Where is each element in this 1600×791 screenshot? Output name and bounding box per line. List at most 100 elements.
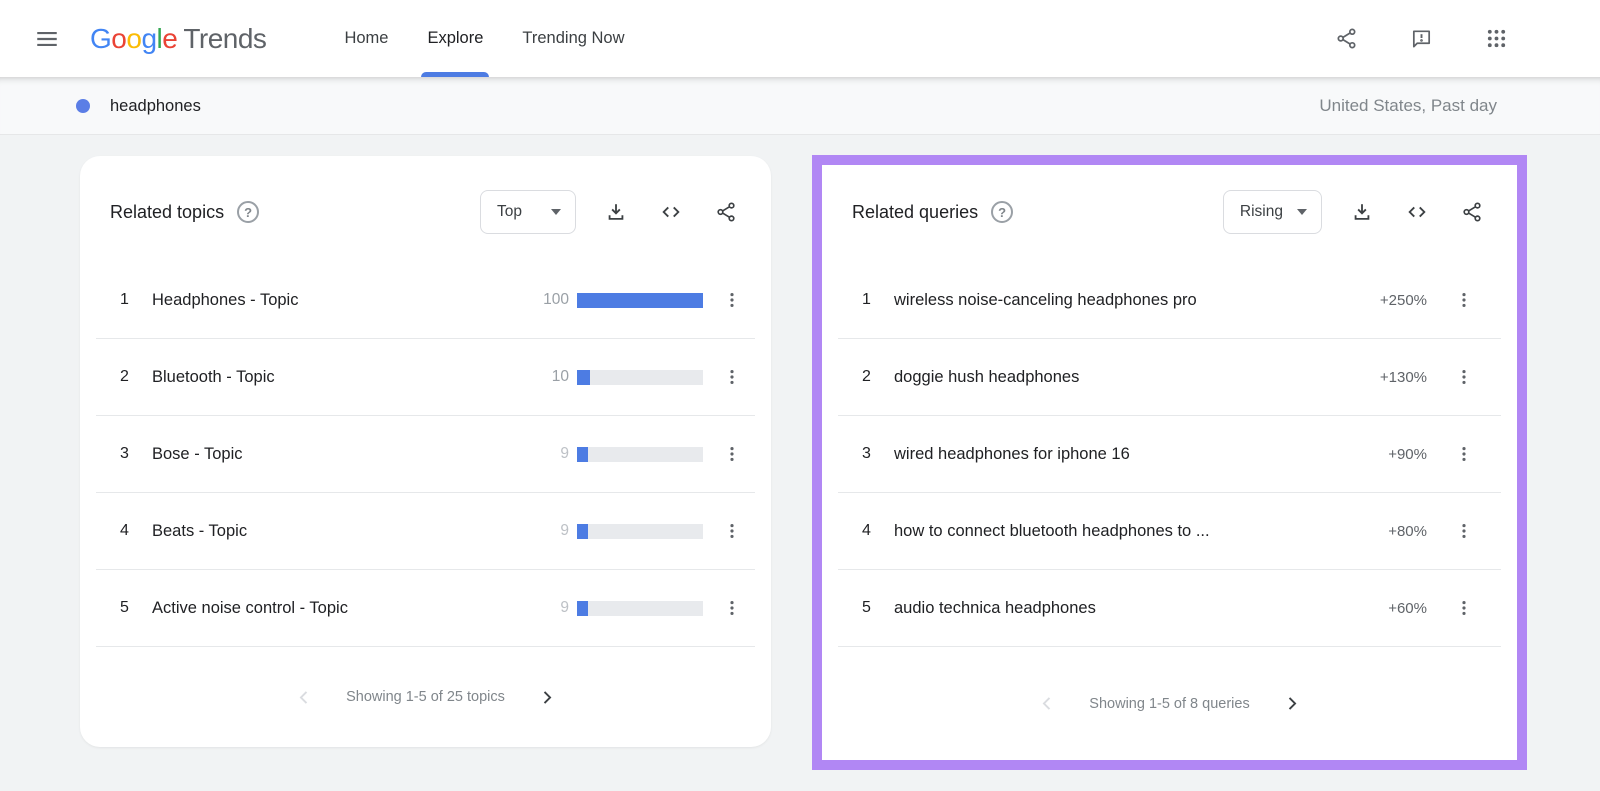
queries-share-button[interactable]: [1457, 197, 1487, 227]
search-term-chip[interactable]: headphones: [76, 97, 201, 116]
topic-rank: 5: [120, 599, 129, 616]
pagination-text: Showing 1-5 of 8 queries: [1089, 695, 1250, 712]
topics-pagination: Showing 1-5 of 25 topics: [80, 647, 771, 747]
query-row[interactable]: 5 audio technica headphones +60%: [838, 570, 1501, 647]
row-menu-button[interactable]: [715, 357, 749, 397]
more-vert-icon: [722, 597, 742, 619]
more-vert-icon: [1454, 289, 1474, 311]
row-menu-button[interactable]: [715, 280, 749, 320]
topics-download-button[interactable]: [601, 197, 631, 227]
topic-bar: [577, 446, 703, 462]
feedback-button[interactable]: [1406, 23, 1437, 54]
related-queries-card: Related queries ? Rising 1 wireless nois…: [822, 165, 1517, 760]
nav-trending-now[interactable]: Trending Now: [522, 0, 624, 77]
topic-label: Bose - Topic: [152, 444, 243, 463]
chevron-left-icon: [295, 688, 314, 707]
help-icon[interactable]: ?: [991, 201, 1014, 223]
trends-wordmark: Trends: [183, 22, 267, 54]
topic-row[interactable]: 5 Active noise control - Topic 9: [96, 570, 755, 647]
header-share-button[interactable]: [1331, 23, 1362, 54]
google-apps-button[interactable]: [1481, 23, 1512, 54]
row-menu-button[interactable]: [715, 511, 749, 551]
more-vert-icon: [722, 289, 742, 311]
row-menu-button[interactable]: [715, 434, 749, 474]
topic-value: 10: [551, 368, 569, 385]
query-row[interactable]: 2 doggie hush headphones +130%: [838, 339, 1501, 416]
topic-value: 100: [543, 291, 569, 308]
topic-bar: [577, 600, 703, 616]
topic-bar: [577, 369, 703, 385]
query-rank: 4: [862, 522, 871, 539]
topic-row[interactable]: 3 Bose - Topic 9: [96, 416, 755, 493]
row-menu-button[interactable]: [1447, 588, 1481, 628]
menu-button[interactable]: [30, 22, 64, 56]
topics-share-button[interactable]: [711, 197, 741, 227]
row-menu-button[interactable]: [715, 588, 749, 628]
primary-nav: Home Explore Trending Now: [344, 0, 625, 77]
apps-grid-icon: [1485, 27, 1508, 50]
share-icon: [715, 201, 737, 223]
chevron-right-icon: [1282, 694, 1301, 713]
nav-home[interactable]: Home: [344, 0, 388, 77]
topic-value: 9: [560, 522, 569, 539]
query-label: how to connect bluetooth headphones to .…: [894, 521, 1210, 540]
queries-download-button[interactable]: [1347, 197, 1377, 227]
query-change: +90%: [1388, 445, 1427, 463]
explore-results: Related topics ? Top 1 Headphones - Topi…: [0, 135, 1600, 770]
topic-label: Bluetooth - Topic: [152, 367, 275, 386]
row-menu-button[interactable]: [1447, 511, 1481, 551]
query-label: audio technica headphones: [894, 598, 1096, 617]
query-label: doggie hush headphones: [894, 367, 1080, 386]
top-app-bar: Google Trends Home Explore Trending Now: [0, 0, 1600, 77]
related-topics-title: Related topics: [110, 201, 225, 222]
share-icon: [1335, 27, 1358, 50]
prev-page-button[interactable]: [1034, 690, 1061, 717]
prev-page-button[interactable]: [291, 684, 318, 711]
purple-highlight-box: Related queries ? Rising 1 wireless nois…: [812, 155, 1527, 770]
term-color-dot: [76, 99, 90, 113]
query-rank: 3: [862, 445, 871, 462]
row-menu-button[interactable]: [1447, 434, 1481, 474]
topic-bar: [577, 292, 703, 308]
more-vert-icon: [1454, 443, 1474, 465]
search-term-bar: headphones United States, Past day: [0, 77, 1600, 135]
google-trends-logo[interactable]: Google Trends: [90, 22, 267, 55]
next-page-button[interactable]: [1278, 690, 1305, 717]
query-row[interactable]: 4 how to connect bluetooth headphones to…: [838, 493, 1501, 570]
chevron-down-icon: [551, 209, 561, 215]
query-row[interactable]: 1 wireless noise-canceling headphones pr…: [838, 262, 1501, 339]
row-menu-button[interactable]: [1447, 280, 1481, 320]
related-queries-title: Related queries: [852, 201, 979, 222]
chevron-right-icon: [537, 688, 556, 707]
topic-value: 9: [560, 445, 569, 462]
next-page-button[interactable]: [533, 684, 560, 711]
query-row[interactable]: 3 wired headphones for iphone 16 +90%: [838, 416, 1501, 493]
topic-row[interactable]: 1 Headphones - Topic 100: [96, 262, 755, 339]
query-label: wireless noise-canceling headphones pro: [894, 290, 1197, 309]
topic-row[interactable]: 2 Bluetooth - Topic 10: [96, 339, 755, 416]
more-vert-icon: [722, 520, 742, 542]
row-menu-button[interactable]: [1447, 357, 1481, 397]
topic-rank: 3: [120, 445, 129, 462]
query-label: wired headphones for iphone 16: [894, 444, 1130, 463]
topic-label: Headphones - Topic: [152, 290, 299, 309]
topic-label: Beats - Topic: [152, 521, 248, 540]
chevron-down-icon: [1297, 209, 1307, 215]
chevron-left-icon: [1038, 694, 1057, 713]
queries-embed-button[interactable]: [1402, 197, 1432, 227]
topic-row[interactable]: 4 Beats - Topic 9: [96, 493, 755, 570]
query-change: +80%: [1388, 522, 1427, 540]
code-embed-icon: [660, 201, 682, 223]
topics-sort-dropdown[interactable]: Top: [480, 190, 576, 234]
google-wordmark: Google: [90, 22, 178, 54]
topic-label: Active noise control - Topic: [152, 598, 348, 617]
nav-explore[interactable]: Explore: [421, 0, 490, 77]
more-vert-icon: [722, 443, 742, 465]
topics-embed-button[interactable]: [656, 197, 686, 227]
pagination-text: Showing 1-5 of 25 topics: [346, 689, 505, 705]
help-icon[interactable]: ?: [237, 201, 260, 223]
query-change: +250%: [1379, 291, 1427, 309]
query-change: +130%: [1379, 368, 1427, 386]
download-icon: [605, 201, 627, 223]
queries-sort-dropdown[interactable]: Rising: [1222, 190, 1322, 234]
